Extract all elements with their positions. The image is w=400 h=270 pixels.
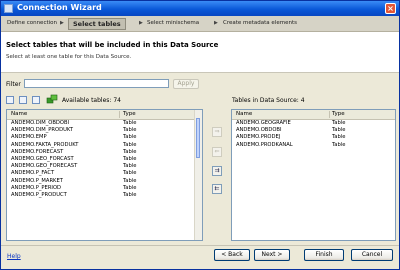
add-all-tables-button[interactable]: ⇉ — [212, 166, 222, 176]
table-row[interactable]: ANDEMO.OBDOBI Table — [232, 127, 395, 134]
step-arrow-icon: ▶ — [139, 20, 143, 26]
table-row[interactable]: ANDEMO.P_MARKET Table — [7, 178, 202, 185]
table-type-cell: Table — [332, 134, 346, 141]
step-select-minischema: Select minischema — [147, 20, 200, 26]
list-view-icon[interactable] — [32, 96, 40, 104]
available-tables-list[interactable]: Name Type ANDEMO.DIM_OBDOBI Table ANDEMO.D… — [6, 109, 203, 241]
add-table-button[interactable]: ⇒ — [212, 127, 222, 137]
table-name-cell: ANDEMO.P_PERIOD — [11, 184, 62, 191]
next-button[interactable]: Next > — [254, 249, 290, 261]
table-type-cell: Table — [123, 148, 137, 155]
table-name-cell: ANDEMO.FAKTA_PRODUKT — [11, 141, 79, 148]
column-header-type[interactable]: Type — [332, 111, 345, 117]
step-arrow-icon: ▶ — [214, 20, 218, 26]
help-link[interactable]: Help — [7, 253, 21, 260]
table-row[interactable]: ANDEMO.PRODEJ Table — [232, 134, 395, 141]
step-define-connection: Define connection — [7, 20, 58, 26]
step-create-metadata-elements: Create metadata elements — [223, 20, 297, 26]
remove-table-button[interactable]: ⇐ — [212, 147, 222, 157]
wizard-app-icon — [4, 4, 13, 13]
available-list-header: Name Type — [7, 110, 202, 120]
column-header-name[interactable]: Name — [236, 111, 252, 117]
table-row[interactable]: ANDEMO.DIM_PRODUKT Table — [7, 127, 202, 134]
available-tables-count: Available tables: 74 — [62, 97, 121, 104]
page-description: Select at least one table for this Data … — [6, 54, 132, 60]
available-rows: ANDEMO.DIM_OBDOBI Table ANDEMO.DIM_PRODUKT… — [7, 120, 202, 199]
window-title: Connection Wizard — [17, 3, 102, 12]
properties-icon[interactable] — [19, 96, 27, 104]
remove-all-tables-button[interactable]: ⇇ — [212, 184, 222, 194]
cancel-button[interactable]: Cancel — [351, 249, 393, 261]
table-name-cell: ANDEMO.P_PRODUCT — [11, 191, 67, 198]
table-name-cell: ANDEMO.P_FACT — [11, 170, 55, 177]
table-row[interactable]: ANDEMO.DIM_OBDOBI Table — [7, 120, 202, 127]
table-name-cell: ANDEMO.GEO_FORECAST — [11, 163, 78, 170]
filter-label: Filter — [6, 81, 21, 88]
filter-input[interactable] — [24, 79, 169, 88]
table-type-cell: Table — [332, 141, 346, 148]
table-row[interactable]: ANDEMO.PRODKANAL Table — [232, 142, 395, 149]
table-type-cell: Table — [123, 191, 137, 198]
table-row[interactable]: ANDEMO.P_PRODUCT Table — [7, 192, 202, 199]
table-name-cell: ANDEMO.GEO_FORCAST — [11, 155, 74, 162]
table-name-cell: ANDEMO.EMP — [11, 134, 47, 141]
table-row[interactable]: ANDEMO.FORECAST Table — [7, 149, 202, 156]
table-type-cell: Table — [332, 127, 346, 134]
table-row[interactable]: ANDEMO.FAKTA_PRODUKT Table — [7, 142, 202, 149]
step-select-tables: Select tables — [68, 18, 126, 30]
table-name-cell: ANDEMO.OBDOBI — [236, 127, 282, 134]
table-row[interactable]: ANDEMO.GEO_FORCAST Table — [7, 156, 202, 163]
selected-tables-list[interactable]: Name Type ANDEMO.GEOGRAFIE Table ANDEMO.OB… — [231, 109, 396, 241]
table-type-cell: Table — [123, 177, 137, 184]
connection-wizard-window: Connection Wizard × Define connection ▶ … — [0, 0, 400, 270]
footer-divider — [1, 245, 399, 246]
column-header-type[interactable]: Type — [123, 111, 136, 117]
column-header-name[interactable]: Name — [11, 111, 27, 117]
selected-rows: ANDEMO.GEOGRAFIE Table ANDEMO.OBDOBI Table A… — [232, 120, 395, 149]
table-row[interactable]: ANDEMO.GEOGRAFIE Table — [232, 120, 395, 127]
table-type-cell: Table — [123, 170, 137, 177]
table-row[interactable]: ANDEMO.P_PERIOD Table — [7, 185, 202, 192]
back-button[interactable]: < Back — [214, 249, 250, 261]
close-button[interactable]: × — [385, 3, 396, 14]
table-type-cell: Table — [123, 163, 137, 170]
step-arrow-icon: ▶ — [60, 20, 64, 26]
table-name-cell: ANDEMO.GEOGRAFIE — [236, 120, 291, 126]
table-type-cell: Table — [123, 141, 137, 148]
table-row[interactable]: ANDEMO.P_FACT Table — [7, 170, 202, 177]
table-name-cell: ANDEMO.DIM_PRODUKT — [11, 127, 74, 134]
selected-list-header: Name Type — [232, 110, 395, 120]
table-type-cell: Table — [123, 127, 137, 134]
table-name-cell: ANDEMO.PRODKANAL — [236, 141, 293, 148]
scrollbar-thumb[interactable] — [196, 118, 200, 158]
refresh-icon[interactable] — [6, 96, 14, 104]
table-type-cell: Table — [123, 134, 137, 141]
table-row[interactable]: ANDEMO.EMP Table — [7, 134, 202, 141]
table-name-cell: ANDEMO.DIM_OBDOBI — [11, 120, 70, 126]
table-name-cell: ANDEMO.FORECAST — [11, 148, 64, 155]
title-bar[interactable]: Connection Wizard × — [1, 1, 399, 16]
apply-filter-button[interactable]: Apply — [173, 79, 199, 89]
table-type-cell: Table — [123, 184, 137, 191]
table-type-cell: Table — [332, 120, 346, 126]
table-row[interactable]: ANDEMO.GEO_FORECAST Table — [7, 163, 202, 170]
selected-tables-count: Tables in Data Source: 4 — [232, 97, 305, 104]
available-scrollbar[interactable] — [194, 110, 202, 240]
table-type-cell: Table — [123, 120, 137, 126]
page-header: Select tables that will be included in t… — [1, 32, 399, 73]
table-name-cell: ANDEMO.P_MARKET — [11, 177, 63, 184]
tables-icon — [46, 94, 58, 104]
page-title: Select tables that will be included in t… — [6, 41, 219, 49]
table-name-cell: ANDEMO.PRODEJ — [236, 134, 281, 141]
wizard-steps-bar: Define connection ▶ Select tables ▶ Sele… — [1, 16, 399, 32]
finish-button[interactable]: Finish — [304, 249, 344, 261]
table-type-cell: Table — [123, 155, 137, 162]
